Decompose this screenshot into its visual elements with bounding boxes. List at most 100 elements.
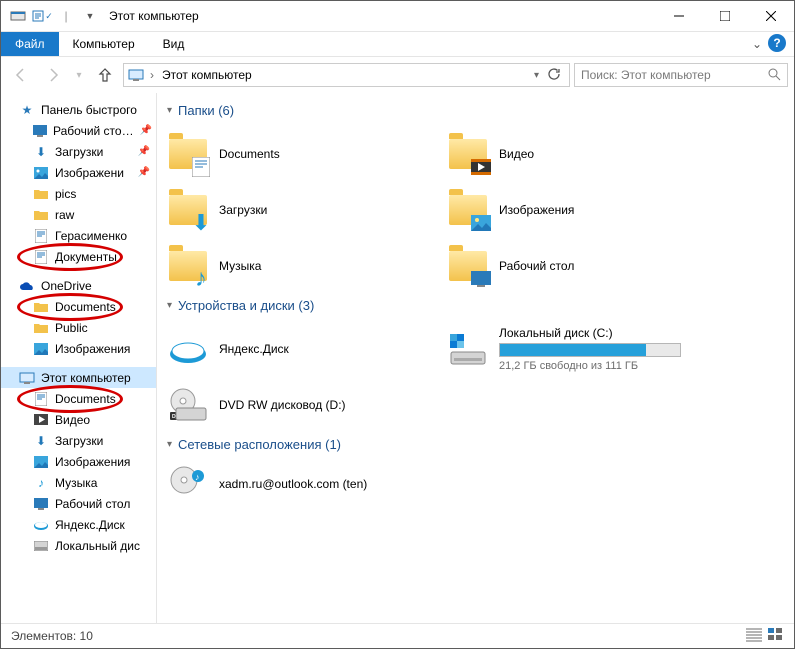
group-network[interactable]: ▾Сетевые расположения (1) [167, 437, 790, 452]
drive-icon [33, 538, 49, 554]
refresh-button[interactable] [547, 67, 561, 84]
ribbon: Файл Компьютер Вид ⌄ ? [1, 32, 794, 57]
folder-icon [33, 207, 49, 223]
item-music[interactable]: ♪Музыка [167, 238, 447, 294]
sidebar-pc-downloads[interactable]: ⬇Загрузки [1, 430, 156, 451]
breadcrumb-separator[interactable]: › [146, 68, 158, 82]
recent-dropdown[interactable]: ▾ [71, 61, 87, 89]
sidebar-pc-music[interactable]: ♪Музыка [1, 472, 156, 493]
up-button[interactable] [91, 61, 119, 89]
drive-name: Локальный диск (C:) [499, 326, 681, 340]
star-icon: ★ [19, 102, 35, 118]
sidebar-pc-local[interactable]: Локальный дис [1, 535, 156, 556]
close-button[interactable] [748, 1, 794, 31]
drive-free-text: 21,2 ГБ свободно из 111 ГБ [499, 360, 681, 372]
yandex-icon [33, 517, 49, 533]
tab-file[interactable]: Файл [1, 32, 59, 56]
pictures-icon [33, 165, 49, 181]
help-button[interactable]: ? [768, 34, 786, 52]
item-network-account[interactable]: ♪xadm.ru@outlook.com (ten) [167, 460, 447, 508]
qat-dropdown-icon[interactable]: ▼ [79, 5, 101, 27]
download-icon: ⬇ [33, 433, 49, 449]
details-view-button[interactable] [746, 628, 762, 645]
sidebar-downloads[interactable]: ⬇Загрузки📌 [1, 141, 156, 162]
sidebar-raw[interactable]: raw [1, 204, 156, 225]
tab-computer[interactable]: Компьютер [59, 32, 149, 56]
item-count: Элементов: 10 [11, 629, 93, 643]
status-bar: Элементов: 10 [1, 623, 794, 648]
dvd-icon: DVD [167, 384, 209, 426]
breadcrumb-location[interactable]: Этот компьютер [158, 68, 256, 82]
video-badge-icon [471, 157, 491, 177]
item-dvd[interactable]: DVDDVD RW дисковод (D:) [167, 377, 447, 433]
music-badge-icon: ♪ [191, 269, 211, 289]
item-downloads[interactable]: ⬇Загрузки [167, 182, 447, 238]
svg-text:♪: ♪ [195, 472, 200, 482]
onedrive-icon [19, 278, 35, 294]
download-badge-icon: ⬇ [191, 213, 211, 233]
desktop-icon [33, 496, 49, 512]
icons-view-button[interactable] [768, 628, 784, 645]
sidebar-this-pc[interactable]: Этот компьютер [1, 367, 156, 388]
quick-access-toolbar: ✓ | ▼ [1, 5, 101, 27]
video-icon [33, 412, 49, 428]
pictures-badge-icon [471, 213, 491, 233]
nav-pane: ★Панель быстрого Рабочий сто…📌 ⬇Загрузки… [1, 93, 157, 623]
search-input[interactable]: Поиск: Этот компьютер [574, 63, 788, 87]
capacity-bar [499, 343, 681, 357]
music-icon: ♪ [33, 475, 49, 491]
tab-view[interactable]: Вид [149, 32, 199, 56]
item-desktop[interactable]: Рабочий стол [447, 238, 727, 294]
address-dropdown-icon[interactable]: ▾ [534, 70, 539, 81]
folder-icon [33, 320, 49, 336]
desktop-badge-icon [471, 269, 491, 289]
item-local-disk[interactable]: Локальный диск (C:) 21,2 ГБ свободно из … [447, 321, 727, 377]
item-yandex-disk[interactable]: Яндекс.Диск [167, 321, 447, 377]
doc-badge-icon [191, 157, 211, 177]
sidebar-pics[interactable]: pics [1, 183, 156, 204]
minimize-button[interactable] [656, 1, 702, 31]
properties-icon[interactable]: ✓ [31, 5, 53, 27]
folder-icon [33, 299, 49, 315]
pin-icon: 📌 [138, 167, 150, 178]
pin-icon: 📌 [138, 146, 150, 157]
sidebar-od-public[interactable]: Public [1, 317, 156, 338]
item-pictures[interactable]: Изображения [447, 182, 727, 238]
content-pane: ▾Папки (6) Documents Видео ⬇Загрузки Изо… [157, 93, 794, 623]
pictures-icon [33, 341, 49, 357]
sidebar-documents-ru[interactable]: Документы [1, 246, 156, 267]
sidebar-desktop[interactable]: Рабочий сто…📌 [1, 120, 156, 141]
qat-separator: | [55, 5, 77, 27]
chevron-down-icon: ▾ [167, 105, 172, 116]
sidebar-od-pictures[interactable]: Изображения [1, 338, 156, 359]
yandex-disk-icon [167, 328, 209, 370]
address-bar-row: ▾ › Этот компьютер ▾ Поиск: Этот компьют… [1, 57, 794, 93]
sidebar-pictures[interactable]: Изображени📌 [1, 162, 156, 183]
sidebar-onedrive[interactable]: OneDrive [1, 275, 156, 296]
desktop-icon [33, 123, 47, 139]
folder-icon [33, 186, 49, 202]
group-folders[interactable]: ▾Папки (6) [167, 103, 790, 118]
sidebar-od-documents[interactable]: Documents [1, 296, 156, 317]
address-bar[interactable]: › Этот компьютер ▾ [123, 63, 570, 87]
sidebar-pc-documents[interactable]: Documents [1, 388, 156, 409]
search-placeholder: Поиск: Этот компьютер [581, 68, 711, 82]
sidebar-pc-video[interactable]: Видео [1, 409, 156, 430]
item-documents[interactable]: Documents [167, 126, 447, 182]
group-devices[interactable]: ▾Устройства и диски (3) [167, 298, 790, 313]
doc-icon [33, 228, 49, 244]
item-video[interactable]: Видео [447, 126, 727, 182]
app-icon [7, 5, 29, 27]
back-button[interactable] [7, 61, 35, 89]
pin-icon: 📌 [140, 125, 152, 136]
ribbon-expand-icon[interactable]: ⌄ [752, 37, 762, 51]
sidebar-pc-yandex[interactable]: Яндекс.Диск [1, 514, 156, 535]
sidebar-quick-access[interactable]: ★Панель быстрого [1, 99, 156, 120]
doc-icon [33, 391, 49, 407]
sidebar-gerasimenko[interactable]: Герасименко [1, 225, 156, 246]
sidebar-pc-desktop[interactable]: Рабочий стол [1, 493, 156, 514]
window-title: Этот компьютер [109, 9, 199, 23]
sidebar-pc-pictures[interactable]: Изображения [1, 451, 156, 472]
maximize-button[interactable] [702, 1, 748, 31]
forward-button[interactable] [39, 61, 67, 89]
